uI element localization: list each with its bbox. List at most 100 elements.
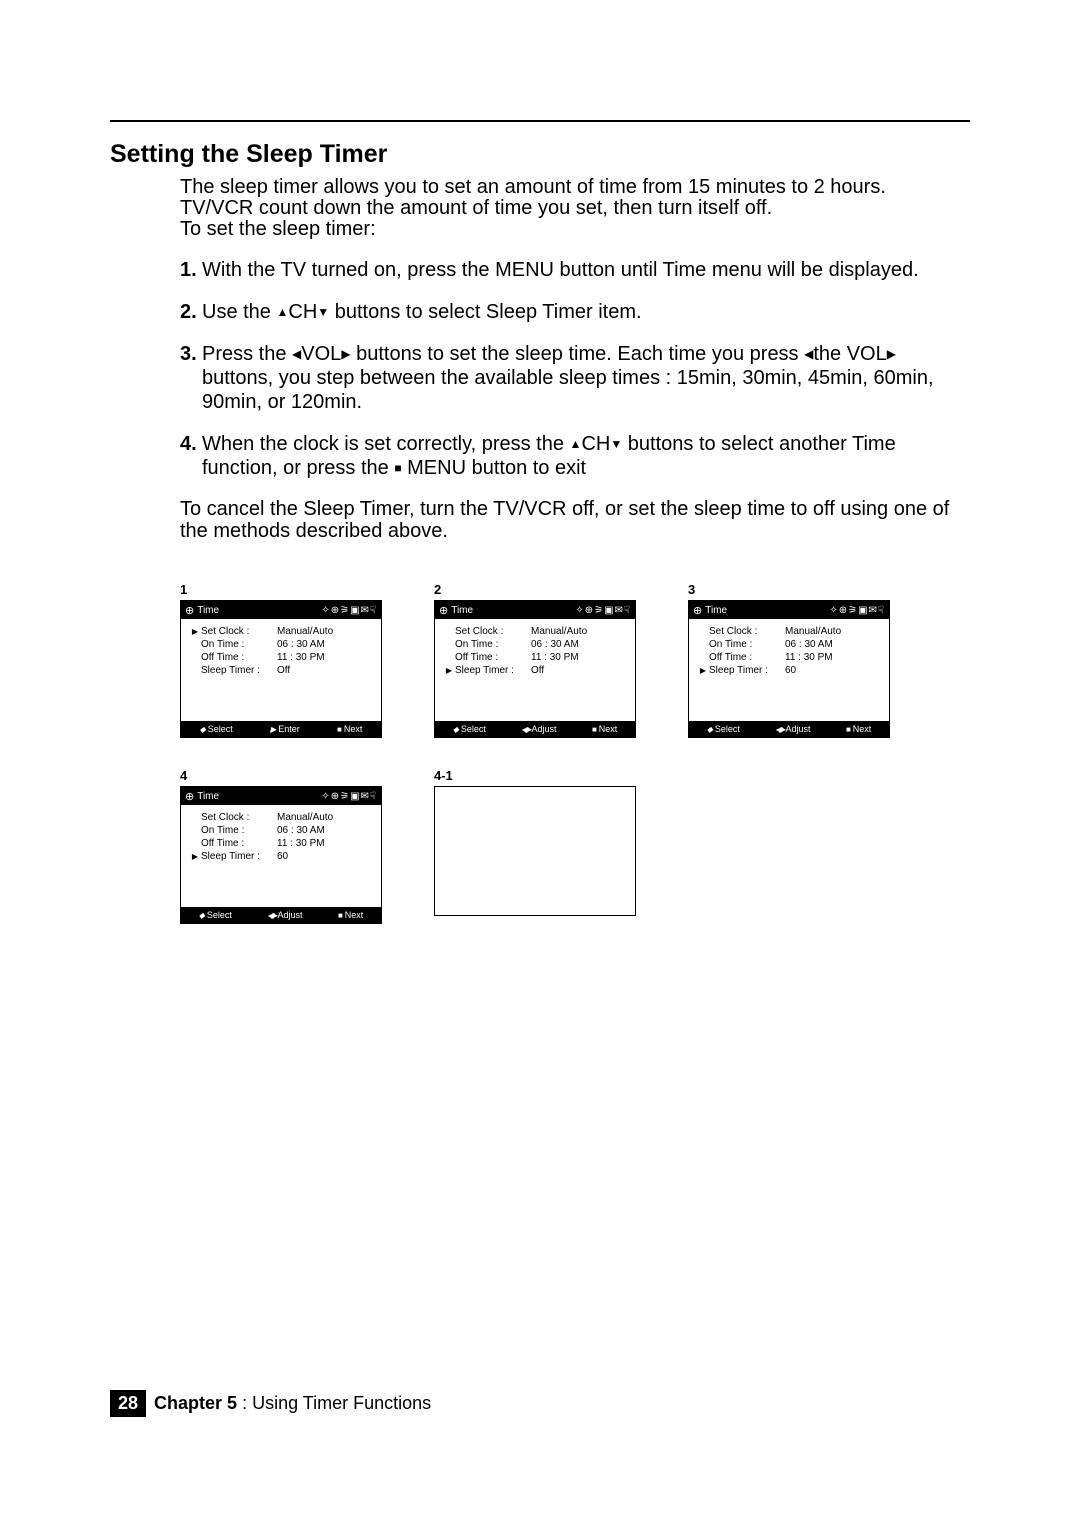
- osd-header-icons: ✧⊕⚞▣✉☟: [321, 605, 377, 616]
- step-number: 2.: [180, 300, 202, 324]
- step-fragment: CH: [581, 433, 610, 455]
- figure-label: 2: [434, 582, 644, 597]
- osd-footer: Select Adjust Next: [689, 721, 889, 737]
- osd-footer: Select Adjust Next: [435, 721, 635, 737]
- osd-header-icons: ✧⊕⚞▣✉☟: [321, 791, 377, 802]
- osd-header: Time ✧⊕⚞▣✉☟: [689, 601, 889, 619]
- updown-icon: [200, 724, 206, 734]
- osd-body: Set Clock :Manual/Auto On Time :06 : 30 …: [181, 805, 381, 907]
- row-label: On Time :: [201, 825, 277, 836]
- row-value: 60: [785, 665, 881, 676]
- osd-body: Set Clock :Manual/Auto On Time :06 : 30 …: [435, 619, 635, 721]
- intro-line: The sleep timer allows you to set an amo…: [180, 177, 970, 198]
- step-fragment: buttons, you step between the available …: [202, 367, 934, 413]
- leftright-icon: [775, 724, 783, 734]
- footer-select: Select: [207, 910, 232, 920]
- top-rule: [110, 120, 970, 122]
- row-label: Sleep Timer :: [201, 665, 277, 676]
- chapter-bold: Chapter 5: [154, 1393, 237, 1413]
- intro-line: To set the sleep timer:: [180, 219, 970, 240]
- clock-icon: [439, 604, 448, 617]
- osd-panel: Time ✧⊕⚞▣✉☟ Set Clock :Manual/Auto On Ti…: [180, 600, 382, 738]
- figure-1: 1 Time ✧⊕⚞▣✉☟ Set Clock :Manual/Auto On …: [180, 582, 390, 738]
- figure-label: 3: [688, 582, 898, 597]
- step-fragment: When the clock is set correctly, press t…: [202, 433, 570, 455]
- row-label: On Time :: [709, 639, 785, 650]
- stop-square-icon: [394, 457, 401, 479]
- clock-icon: [185, 604, 194, 617]
- step-4: 4. When the clock is set correctly, pres…: [180, 432, 970, 480]
- row-label: Set Clock :: [201, 626, 277, 637]
- figure-label: 4-1: [434, 768, 644, 783]
- clock-icon: [693, 604, 702, 617]
- step-fragment: buttons to select Sleep Timer item.: [335, 301, 642, 323]
- pointer-icon: [189, 851, 201, 862]
- chapter-rest: : Using Timer Functions: [237, 1393, 431, 1413]
- step-fragment: VOL: [301, 343, 341, 365]
- down-arrow-icon: [317, 301, 329, 323]
- row-label: Off Time :: [709, 652, 785, 663]
- stop-icon: [337, 724, 342, 734]
- chapter-label: Chapter 5 : Using Timer Functions: [154, 1393, 431, 1414]
- step-3: 3. Press the VOL buttons to set the slee…: [180, 342, 970, 414]
- osd-title: Time: [197, 791, 219, 802]
- step-text: Use the CH buttons to select Sleep Timer…: [202, 300, 970, 324]
- empty-osd-placeholder: [434, 786, 636, 916]
- footer-select: Select: [715, 724, 740, 734]
- step-text: Press the VOL buttons to set the sleep t…: [202, 342, 970, 414]
- row-label: Set Clock :: [709, 626, 785, 637]
- step-fragment: Use the: [202, 301, 271, 323]
- osd-header: Time ✧⊕⚞▣✉☟: [435, 601, 635, 619]
- figure-3: 3 Time ✧⊕⚞▣✉☟ Set Clock :Manual/Auto On …: [688, 582, 898, 738]
- row-label: Off Time :: [201, 652, 277, 663]
- step-number: 1.: [180, 258, 202, 282]
- step-number: 4.: [180, 432, 202, 480]
- osd-title: Time: [705, 605, 727, 616]
- row-value: 11 : 30 PM: [277, 652, 373, 663]
- row-value: 06 : 30 AM: [277, 639, 373, 650]
- footer-enter: Enter: [278, 724, 300, 734]
- osd-title: Time: [451, 605, 473, 616]
- row-label: Sleep Timer :: [201, 851, 277, 862]
- figure-4: 4 Time ✧⊕⚞▣✉☟ Set Clock :Manual/Auto On …: [180, 768, 390, 924]
- figures-grid: 1 Time ✧⊕⚞▣✉☟ Set Clock :Manual/Auto On …: [180, 582, 970, 924]
- step-number: 3.: [180, 342, 202, 414]
- footer-next: Next: [599, 724, 618, 734]
- osd-body: Set Clock :Manual/Auto On Time :06 : 30 …: [689, 619, 889, 721]
- footer-select: Select: [461, 724, 486, 734]
- row-value: Manual/Auto: [531, 626, 627, 637]
- row-value: 06 : 30 AM: [277, 825, 373, 836]
- step-fragment: buttons to set the sleep time. Each time…: [356, 343, 804, 365]
- footer-select: Select: [208, 724, 233, 734]
- row-value: Off: [277, 665, 373, 676]
- row-value: Manual/Auto: [277, 626, 373, 637]
- row-label: Set Clock :: [201, 812, 277, 823]
- updown-icon: [199, 910, 205, 920]
- row-value: 11 : 30 PM: [531, 652, 627, 663]
- stop-icon: [846, 724, 851, 734]
- step-text: When the clock is set correctly, press t…: [202, 432, 970, 480]
- row-value: 06 : 30 AM: [785, 639, 881, 650]
- page-number: 28: [110, 1390, 146, 1417]
- row-value: Manual/Auto: [785, 626, 881, 637]
- figure-2: 2 Time ✧⊕⚞▣✉☟ Set Clock :Manual/Auto On …: [434, 582, 644, 738]
- step-text: With the TV turned on, press the MENU bu…: [202, 258, 970, 282]
- osd-panel: Time ✧⊕⚞▣✉☟ Set Clock :Manual/Auto On Ti…: [180, 786, 382, 924]
- figure-label: 1: [180, 582, 390, 597]
- stop-icon: [592, 724, 597, 734]
- left-arrow-icon: [292, 343, 301, 365]
- osd-footer: Select Adjust Next: [181, 907, 381, 923]
- right-arrow-icon: [341, 343, 350, 365]
- footer-next: Next: [853, 724, 872, 734]
- postscript: To cancel the Sleep Timer, turn the TV/V…: [180, 498, 970, 542]
- right-arrow-icon: [887, 343, 896, 365]
- osd-header: Time ✧⊕⚞▣✉☟: [181, 787, 381, 805]
- footer-adjust: Adjust: [532, 724, 557, 734]
- footer-adjust: Adjust: [278, 910, 303, 920]
- step-fragment: MENU button to exit: [407, 457, 586, 479]
- right-triangle-icon: [270, 724, 276, 734]
- up-arrow-icon: [277, 301, 289, 323]
- up-arrow-icon: [570, 433, 582, 455]
- step-fragment: CH: [288, 301, 317, 323]
- footer-next: Next: [344, 724, 363, 734]
